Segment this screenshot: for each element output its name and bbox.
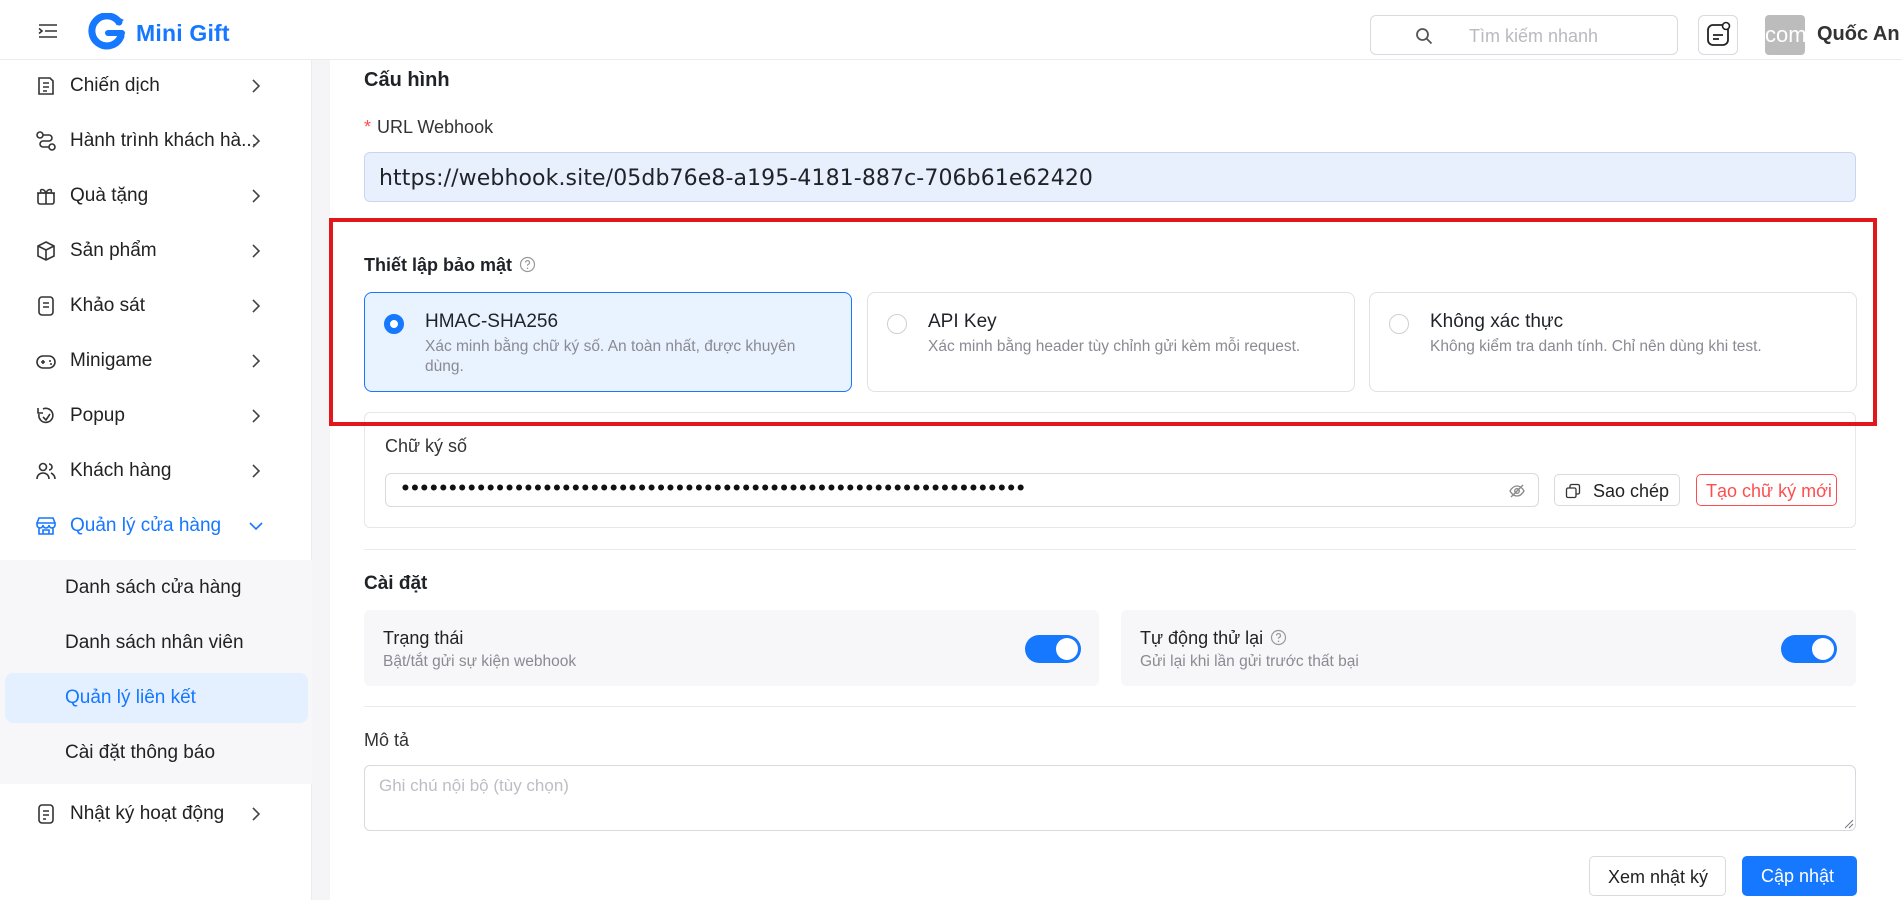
sidebar-item-gifts[interactable]: Quà tặng	[0, 170, 312, 222]
mini-gift-logo-icon[interactable]	[86, 12, 128, 51]
username[interactable]: Quốc An	[1817, 23, 1900, 46]
sidebar-item-surveys[interactable]: Khảo sát	[0, 280, 312, 332]
quick-search[interactable]	[1370, 15, 1678, 55]
survey-icon	[38, 296, 54, 316]
avatar[interactable]: com	[1765, 15, 1805, 55]
signature-input[interactable]: ••••••••••••••••••••••••••••••••••••••••…	[385, 473, 1539, 507]
copy-signature-button[interactable]: Sao chép	[1554, 474, 1680, 506]
eye-hidden-icon[interactable]	[1508, 482, 1526, 500]
settings-section-title: Cài đặt	[364, 573, 428, 594]
brand-name[interactable]: Mini Gift	[136, 20, 230, 47]
security-option-hmac[interactable]: HMAC-SHA256 Xác minh bằng chữ ký số. An …	[364, 292, 852, 392]
status-toggle[interactable]	[1025, 635, 1081, 663]
signature-label: Chữ ký số	[385, 436, 468, 456]
journey-icon	[36, 131, 56, 151]
auto-retry-setting: Tự động thử lại Gửi lại khi lần gửi trướ…	[1121, 610, 1856, 686]
top-header: Mini Gift com Quốc An	[0, 0, 1902, 60]
chevron-right-icon	[252, 79, 261, 93]
sidebar-subitem-link-management[interactable]: Quản lý liên kết	[5, 673, 308, 723]
sidebar: Chiến dịch Hành trình khách hà... Quà tặ…	[0, 60, 312, 900]
bot-face-icon	[1707, 21, 1731, 46]
update-button[interactable]: Cập nhật	[1742, 856, 1857, 896]
divider	[364, 706, 1856, 707]
sidebar-item-products[interactable]: Sản phẩm	[0, 225, 312, 277]
chevron-right-icon	[252, 244, 261, 258]
chevron-right-icon	[252, 354, 261, 368]
campaign-icon	[38, 77, 54, 95]
config-section-title: Cấu hình	[364, 69, 450, 91]
radio-selected[interactable]	[384, 314, 404, 334]
help-circle-icon[interactable]	[519, 256, 536, 273]
chevron-right-icon	[252, 464, 261, 478]
sidebar-item-minigame[interactable]: Minigame	[0, 335, 312, 387]
search-icon	[1416, 28, 1433, 45]
activity-log-icon	[38, 804, 54, 824]
sidebar-item-customers[interactable]: Khách hàng	[0, 445, 312, 497]
product-box-icon	[37, 241, 55, 261]
url-webhook-input[interactable]: https://webhook.site/05db76e8-a195-4181-…	[364, 152, 1856, 202]
status-setting: Trạng thái Bật/tắt gửi sự kiện webhook	[364, 610, 1099, 686]
search-input[interactable]	[1469, 25, 1664, 47]
auto-retry-toggle[interactable]	[1781, 635, 1837, 663]
security-settings-title: Thiết lập bảo mật	[364, 255, 536, 276]
description-label: Mô tả	[364, 730, 410, 750]
sidebar-item-popup[interactable]: Popup	[0, 390, 312, 442]
customers-icon	[36, 462, 56, 480]
chevron-right-icon	[252, 409, 261, 423]
signature-panel	[364, 412, 1856, 528]
gift-icon	[37, 188, 55, 205]
chevron-right-icon	[252, 134, 261, 148]
popup-icon	[37, 407, 54, 424]
sidebar-item-activity-log[interactable]: Nhật ký hoạt động	[0, 788, 312, 840]
gamepad-icon	[36, 355, 56, 369]
security-option-api-key[interactable]: API Key Xác minh bằng header tùy chỉnh g…	[867, 292, 1355, 392]
chevron-right-icon	[252, 189, 261, 203]
sidebar-item-customer-journey[interactable]: Hành trình khách hà...	[0, 115, 312, 167]
regenerate-signature-button[interactable]: Tạo chữ ký mới	[1696, 474, 1837, 506]
resize-grip-icon[interactable]	[1844, 819, 1854, 829]
sidebar-item-campaigns[interactable]: Chiến dịch	[0, 60, 312, 112]
url-webhook-label: * URL Webhook	[364, 117, 494, 137]
chevron-down-icon	[249, 522, 263, 531]
collapse-menu-icon[interactable]	[38, 24, 58, 38]
notification-button[interactable]	[1698, 15, 1738, 55]
description-textarea[interactable]	[364, 765, 1856, 831]
security-option-no-auth[interactable]: Không xác thực Không kiểm tra danh tính.…	[1369, 292, 1857, 392]
view-log-button[interactable]: Xem nhật ký	[1589, 856, 1726, 896]
divider	[364, 549, 1856, 550]
help-circle-icon[interactable]	[1270, 629, 1287, 646]
chevron-right-icon	[252, 807, 261, 821]
sidebar-subitem-staff-list[interactable]: Danh sách nhân viên	[5, 618, 308, 668]
chevron-right-icon	[252, 299, 261, 313]
radio-unselected[interactable]	[1389, 314, 1409, 334]
radio-unselected[interactable]	[887, 314, 907, 334]
copy-icon	[1565, 483, 1581, 499]
store-icon	[36, 517, 56, 535]
sidebar-subitem-notification-settings[interactable]: Cài đặt thông báo	[5, 728, 308, 778]
sidebar-item-store-management[interactable]: Quản lý cửa hàng	[0, 500, 312, 552]
sidebar-subitem-store-list[interactable]: Danh sách cửa hàng	[5, 563, 308, 613]
